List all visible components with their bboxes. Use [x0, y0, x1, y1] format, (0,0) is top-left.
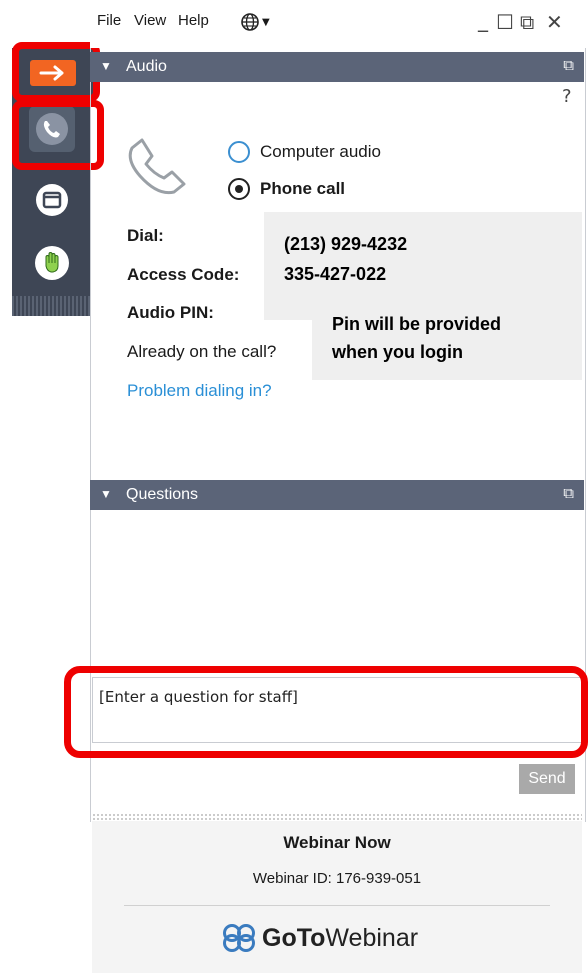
highlight-collapse-tab — [12, 42, 100, 102]
audio-pin-label: Audio PIN: — [127, 303, 214, 322]
dial-label: Dial: — [127, 226, 164, 245]
rail-grip — [12, 296, 90, 316]
webinar-id: Webinar ID: 176-939-051 — [252, 870, 422, 887]
caret-down-icon: ▼ — [262, 16, 270, 28]
access-code-value: 335-427-022 — [284, 264, 387, 284]
audio-panel-title: Audio — [126, 58, 167, 75]
window-icon — [36, 184, 68, 216]
questions-panel-header[interactable]: ▼ Questions ⧉ — [90, 480, 584, 510]
globe-icon — [241, 13, 259, 31]
resize-grip[interactable] — [92, 813, 582, 821]
webinar-name: Webinar Now — [283, 833, 391, 852]
send-button[interactable]: Send — [519, 764, 575, 794]
collapse-triangle-icon[interactable]: ▼ — [100, 487, 112, 501]
phone-call-radio[interactable] — [228, 178, 250, 200]
close-icon[interactable]: ✕ — [546, 10, 563, 34]
brand-bold: GoTo — [262, 923, 326, 952]
pin-note-line1: Pin will be provided — [332, 314, 502, 334]
computer-audio-radio[interactable] — [228, 141, 250, 163]
already-on-call-label: Already on the call? — [127, 342, 277, 361]
questions-panel — [90, 482, 586, 822]
menu-view[interactable]: View — [134, 12, 166, 29]
help-icon[interactable]: ? — [562, 86, 572, 107]
minimize-icon[interactable]: _ — [478, 8, 488, 32]
menu-file[interactable]: File — [97, 12, 121, 29]
raise-hand-tab[interactable] — [16, 238, 88, 288]
menu-help[interactable]: Help — [178, 12, 209, 29]
window-panel-tab[interactable] — [16, 175, 88, 225]
language-menu[interactable]: ▼ — [240, 12, 270, 32]
phone-number: (213) 929-4232 — [284, 234, 408, 254]
pin-note-line2: when you login — [332, 342, 463, 362]
gotowebinar-logo: GoTo Webinar — [222, 923, 418, 953]
phone-call-option[interactable] — [228, 178, 250, 200]
phone-call-label[interactable]: Phone call — [260, 179, 345, 199]
maximize-icon[interactable]: ☐ — [496, 10, 514, 34]
computer-audio-option[interactable] — [228, 141, 250, 163]
brand-regular: Webinar — [325, 923, 419, 952]
computer-audio-label[interactable]: Computer audio — [260, 142, 381, 162]
footer-divider — [124, 905, 550, 906]
popout-panel-icon[interactable]: ⧉ — [563, 485, 574, 502]
collapse-triangle-icon[interactable]: ▼ — [100, 59, 112, 73]
popout-panel-icon[interactable]: ⧉ — [563, 57, 574, 74]
hand-icon — [35, 246, 69, 280]
popout-icon[interactable]: ⧉ — [520, 10, 534, 34]
audio-panel-header[interactable]: ▼ Audio ⧉ — [90, 52, 584, 82]
pin-info-box — [312, 300, 582, 380]
access-code-label: Access Code: — [127, 265, 240, 284]
highlight-question-input — [64, 666, 588, 758]
problem-dialing-link[interactable]: Problem dialing in? — [127, 381, 272, 401]
phone-handset-icon — [128, 138, 186, 195]
questions-panel-title: Questions — [126, 486, 199, 503]
gotowebinar-logo-icon — [223, 924, 255, 952]
